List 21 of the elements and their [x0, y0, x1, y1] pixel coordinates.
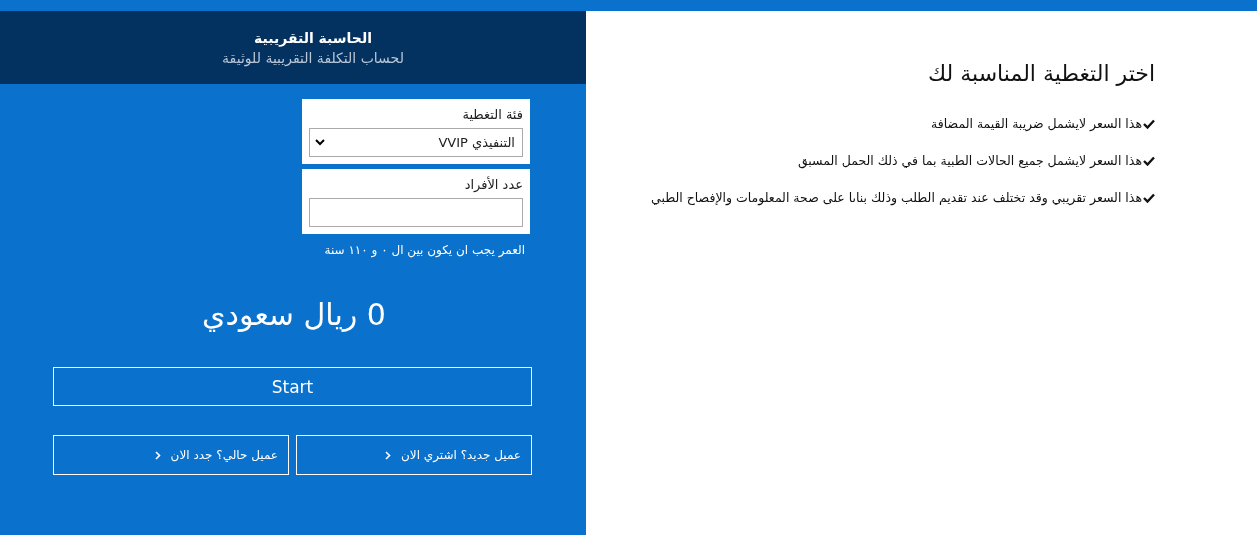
note-text: هذا السعر لايشمل ضريبة القيمة المضافة — [931, 116, 1142, 131]
check-icon — [1143, 155, 1155, 166]
note-text: هذا السعر لايشمل جميع الحالات الطبية بما في ذلك الحمل المسبق — [797, 153, 1142, 168]
price-text: 0 ريال سعودي — [201, 297, 386, 332]
start-button[interactable]: Start — [53, 367, 532, 406]
panel-subtitle: لحساب التكلفة التقريبية للوثيقة — [222, 49, 404, 66]
note-text: هذا السعر تقريبي وقد تختلف عند تقديم الطلب وذلك بناىا على صحة المعلومات والإفصاح الطبي — [651, 190, 1142, 205]
field-label: فئة التغطية — [462, 107, 523, 122]
field-label: عدد الأفراد — [464, 177, 523, 192]
chevron-icon — [385, 450, 391, 460]
check-icon — [1143, 118, 1155, 129]
select-field[interactable]: التنفيذي VVIP — [309, 128, 523, 157]
age-hint: العمر يجب ان يكون بين ال ٠ و ١١٠ سنة — [324, 243, 525, 257]
input-field[interactable] — [309, 198, 523, 227]
caret-icon — [315, 139, 325, 146]
info-title: اختر التغطية المناسبة لك — [927, 61, 1155, 86]
check-icon — [1143, 192, 1155, 203]
action-button[interactable]: عميل حالي؟ جدد الان — [53, 435, 289, 475]
action-button[interactable]: عميل جديد؟ اشتري الان — [296, 435, 532, 475]
chevron-icon — [154, 450, 161, 460]
panel-title: الحاسبة التقريبية — [254, 29, 372, 46]
